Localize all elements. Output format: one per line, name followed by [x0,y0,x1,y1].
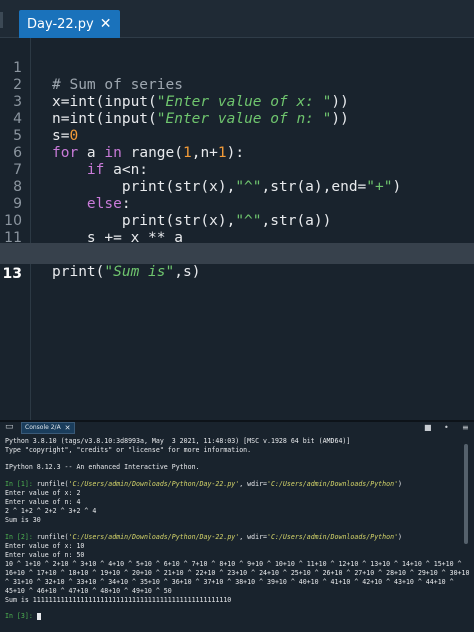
console-line: Enter value of n: 4 [5,498,81,506]
string-literal: 'C:/Users/admin/Downloads/Python/Day-22.… [68,480,240,488]
console-line: Enter value of x: 10 [5,542,85,550]
console-line: Enter value of x: 2 [5,489,81,497]
console-line: 45+10 ^ 46+10 ^ 47+10 ^ 48+10 ^ 49+10 ^ … [5,587,172,595]
prompt-label: In [2]: [5,533,33,541]
code-line: 10 s += x ** a [0,196,474,246]
ipython-console[interactable]: Python 3.8.10 (tags/v3.8.10:3d8993a, May… [0,434,474,632]
stop-icon[interactable]: ■ [424,423,432,433]
options-icon[interactable]: • [444,423,449,433]
current-line[interactable]: 13 [0,243,474,282]
code-token: , wdir= [239,480,268,488]
tab-label: Day-22.py [27,16,94,32]
close-icon[interactable]: ✕ [100,17,112,31]
console-line: 10 ^ 1+10 ^ 2+10 ^ 3+10 ^ 4+10 ^ 5+10 ^ … [5,560,462,568]
console-line: Enter value of n: 50 [5,551,85,559]
code-line: 6 if a<n: [0,128,474,178]
prompt-label: In [3]: [5,612,33,620]
string-literal: 'C:/Users/admin/Downloads/Python/Day-22.… [68,533,240,541]
line-number: 13 [2,266,22,282]
code-line: 5 for a in range(1,n+1): [0,111,474,161]
console-line: 2 ^ 1+2 ^ 2+2 ^ 3+2 ^ 4 [5,507,97,515]
console-line: Sum is 111111111111111111111111111111111… [5,596,232,604]
code-token: ) [398,533,403,541]
console-line: IPython 8.12.3 -- An enhanced Interactiv… [5,463,200,471]
code-line: 9 print(str(x),"^",str(a)) [0,179,474,229]
text-cursor [36,612,41,620]
code-line: 11 [0,213,474,246]
code-line: 1 # Sum of series [0,43,474,93]
code-token: , wdir= [239,533,268,541]
console-line: Python 3.8.10 (tags/v3.8.10:3d8993a, May… [5,437,351,445]
string-literal: "Sum is" [104,264,175,280]
code-line: 2 x=int(input("Enter value of x: ")) [0,60,474,110]
code-token: print( [52,264,105,280]
code-line: 4 s=0 [0,94,474,144]
console-tab-bar: ▭ Console 2/A ✕ ■ • ≡ [0,422,474,434]
console-input-line: In [1]: runfile('C:/Users/admin/Download… [5,480,465,488]
code-line: 7 print(str(x),"^",str(a),end="+") [0,145,474,195]
console-prompt-line[interactable]: In [3]: [5,612,465,620]
code-token: ) [398,480,403,488]
close-icon[interactable]: ✕ [65,423,71,433]
tab-bar-edge [0,12,3,28]
tab-console-2a[interactable]: Console 2/A ✕ [21,422,75,434]
code-line: 3 n=int(input("Enter value of n: ")) [0,77,474,127]
code-editor[interactable]: 1 # Sum of series 2 x=int(input("Enter v… [0,38,474,420]
tab-day-22-py[interactable]: Day-22.py ✕ [19,10,120,38]
console-tab-label: Console 2/A [25,424,61,431]
console-icon[interactable]: ▭ [5,422,15,432]
string-literal: 'C:/Users/admin/Downloads/Python' [267,480,399,488]
string-literal: 'C:/Users/admin/Downloads/Python' [267,533,399,541]
code-token: runfile( [32,480,69,488]
console-line: Sum is 30 [5,516,41,524]
code-token: runfile( [32,533,69,541]
console-line: 16+10 ^ 17+10 ^ 18+10 ^ 19+10 ^ 20+10 ^ … [5,569,470,577]
console-line: ^ 31+10 ^ 32+10 ^ 33+10 ^ 34+10 ^ 35+10 … [5,578,454,586]
code-line: 8 else: [0,162,474,212]
prompt-label: In [1]: [5,480,33,488]
console-input-line: In [2]: runfile('C:/Users/admin/Download… [5,533,465,541]
editor-tab-bar: Day-22.py ✕ [0,0,474,38]
console-line: Type "copyright", "credits" or "license"… [5,446,252,454]
code-token: ,s) [174,264,201,280]
menu-icon[interactable]: ≡ [462,423,469,433]
